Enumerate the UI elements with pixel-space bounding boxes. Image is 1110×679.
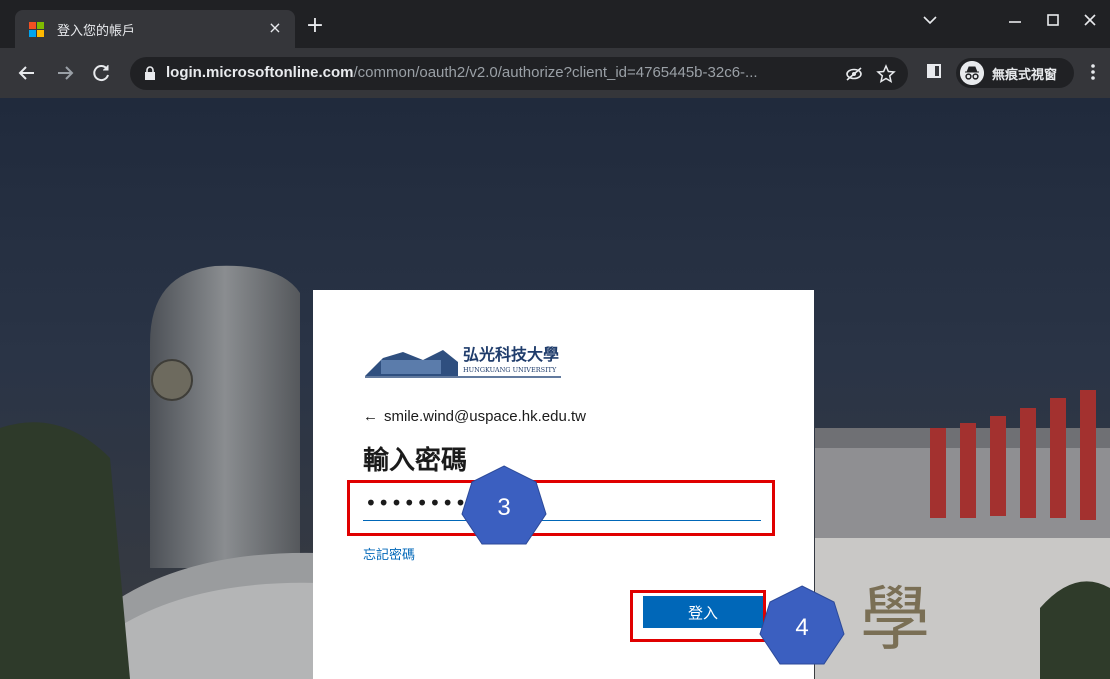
step-3-marker: 3 bbox=[460, 464, 548, 552]
svg-text:學: 學 bbox=[860, 578, 930, 660]
microsoft-logo-icon bbox=[29, 22, 45, 38]
kebab-menu-icon[interactable] bbox=[1090, 62, 1096, 82]
forgot-password-link[interactable]: 忘記密碼 bbox=[363, 544, 415, 563]
browser-tab[interactable]: 登入您的帳戶 × bbox=[15, 10, 295, 48]
page-viewport: 學 弘光科技大學 HUNGKUANG UNIVERSITY ← smile.win… bbox=[0, 98, 1110, 679]
browser-toolbar: login.microsoftonline.com/common/oauth2/… bbox=[0, 48, 1110, 98]
svg-text:弘光科技大學: 弘光科技大學 bbox=[463, 345, 559, 364]
tab-title: 登入您的帳戶 bbox=[57, 24, 136, 39]
browser-tab-bar: 登入您的帳戶 × + bbox=[0, 0, 1110, 48]
signin-highlight-box bbox=[630, 590, 766, 642]
svg-text:HUNGKUANG UNIVERSITY: HUNGKUANG UNIVERSITY bbox=[463, 366, 557, 374]
chevron-down-icon[interactable] bbox=[920, 10, 950, 30]
page-title: 輸入密碼 bbox=[363, 446, 468, 476]
back-arrow-icon[interactable]: ← bbox=[363, 408, 378, 425]
new-tab-button[interactable]: + bbox=[305, 15, 325, 37]
address-bar[interactable]: login.microsoftonline.com/common/oauth2/… bbox=[130, 57, 908, 90]
reload-icon[interactable] bbox=[90, 62, 112, 84]
close-tab-icon[interactable]: × bbox=[265, 18, 285, 38]
lock-icon[interactable] bbox=[144, 66, 156, 80]
eye-slash-icon[interactable] bbox=[844, 64, 864, 84]
hungkuang-logo: 弘光科技大學 HUNGKUANG UNIVERSITY bbox=[365, 345, 561, 378]
account-email: smile.wind@uspace.hk.edu.tw bbox=[384, 408, 586, 425]
step-4-marker: 4 bbox=[758, 584, 846, 672]
url-text[interactable]: login.microsoftonline.com/common/oauth2/… bbox=[166, 64, 758, 81]
maximize-icon[interactable] bbox=[1043, 10, 1073, 30]
star-icon[interactable] bbox=[876, 64, 896, 84]
incognito-label: 無痕式視窗 bbox=[992, 68, 1058, 83]
incognito-icon bbox=[960, 61, 984, 85]
side-panel-icon[interactable] bbox=[927, 64, 941, 78]
forward-icon[interactable] bbox=[54, 62, 76, 84]
incognito-indicator[interactable]: 無痕式視窗 bbox=[956, 58, 1074, 88]
close-window-icon[interactable] bbox=[1080, 10, 1110, 30]
minimize-icon[interactable] bbox=[1005, 10, 1035, 30]
password-highlight-box bbox=[347, 480, 775, 536]
back-icon[interactable] bbox=[16, 62, 38, 84]
account-back-row[interactable]: ← smile.wind@uspace.hk.edu.tw bbox=[363, 408, 586, 425]
